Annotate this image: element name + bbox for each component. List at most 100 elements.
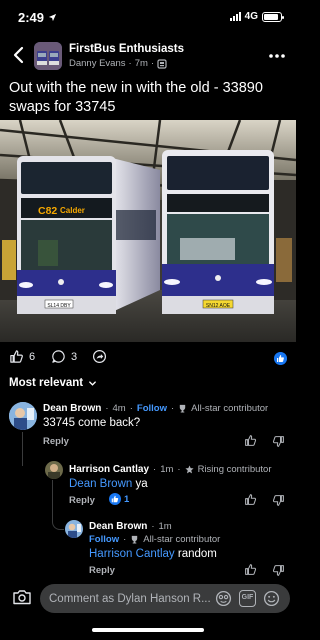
like-count: 6: [29, 350, 36, 363]
emoji-icon[interactable]: [263, 590, 280, 607]
location-arrow-icon: [48, 13, 56, 22]
reply-button[interactable]: Reply: [43, 436, 69, 447]
dislike-comment-icon[interactable]: [272, 494, 285, 507]
group-name[interactable]: FirstBus Enthusiasts: [69, 43, 184, 55]
all-star-badge-icon: [179, 404, 186, 413]
avatar-sticker-icon[interactable]: [215, 590, 232, 607]
comment-reply: Harrison Cantlay · 1m · Rising contribut…: [69, 464, 289, 490]
commenter-avatar[interactable]: [45, 461, 63, 479]
comment-time-sep: ·: [151, 521, 155, 532]
status-indicators: 4G: [229, 11, 284, 22]
comment-badge-sep: ·: [177, 464, 181, 475]
comment-header: Dean Brown · 1m: [89, 521, 289, 532]
contributor-badge: Rising contributor: [197, 464, 272, 475]
comment-author[interactable]: Dean Brown: [43, 403, 101, 414]
dislike-comment-icon[interactable]: [272, 435, 285, 448]
like-badge-icon: [109, 493, 121, 505]
comment-author[interactable]: Harrison Cantlay: [69, 464, 149, 475]
rising-star-badge-icon: [185, 465, 194, 474]
left-bus-plate: SL14 DBY: [47, 303, 71, 309]
network-label: 4G: [244, 11, 258, 22]
post-text: Out with the new in with the old - 33890…: [9, 80, 263, 115]
meta-separator: ·: [128, 58, 132, 69]
reply-button[interactable]: Reply: [89, 565, 115, 576]
follow-button[interactable]: Follow: [89, 534, 119, 545]
dislike-comment-icon[interactable]: [272, 564, 285, 577]
comment-text: Harrison Cantlay random: [89, 548, 289, 560]
avatar-image: [9, 402, 37, 430]
reply-button[interactable]: Reply: [69, 495, 95, 506]
reaction-count: 1: [124, 493, 130, 505]
left-bus: [17, 156, 160, 314]
mention-link[interactable]: Dean Brown: [69, 478, 132, 490]
group-avatar[interactable]: [34, 42, 62, 70]
camera-icon[interactable]: [12, 588, 32, 606]
comment: Dean Brown · 4m · Follow · All-star cont…: [43, 403, 293, 429]
gif-icon[interactable]: GIF: [239, 590, 256, 607]
status-bar: 2:49 4G: [0, 0, 296, 34]
signal-bars-icon: [229, 12, 241, 21]
battery-fill: [264, 13, 278, 20]
bus-depot-photo: C82 Calder SL14 DBY SN12 AOE: [0, 120, 296, 342]
reactions-bar: 6 3: [0, 349, 296, 369]
more-options-icon[interactable]: [268, 49, 286, 63]
meta-separator: ·: [150, 58, 155, 69]
share-icon: [92, 349, 107, 364]
share-action[interactable]: [92, 349, 107, 364]
comment-action[interactable]: 3: [51, 349, 77, 364]
comment-time: 4m: [112, 403, 126, 414]
comment-composer: GIF: [0, 578, 296, 618]
comment-text: Dean Brown ya: [69, 478, 289, 490]
comment-time: 1m: [160, 464, 174, 475]
all-star-badge-icon: [132, 535, 138, 544]
comment-filter-dropdown[interactable]: Most relevant: [9, 377, 97, 389]
thread-line: [52, 480, 64, 530]
commenter-avatar[interactable]: [65, 520, 83, 538]
avatar-image: [65, 520, 83, 538]
comment-time-sep: ·: [105, 403, 109, 414]
post-header: FirstBus Enthusiasts Danny Evans · 7m ·: [0, 38, 296, 74]
back-arrow-icon[interactable]: [8, 44, 30, 66]
comment-reply: Dean Brown · 1m Follow · All-star contri…: [89, 521, 289, 560]
group-privacy-icon: [157, 58, 167, 69]
comment-count: 3: [71, 350, 78, 363]
commenter-avatar[interactable]: [9, 402, 37, 430]
contributor-badge: All-star contributor: [143, 534, 221, 545]
post-time: 7m: [134, 58, 148, 69]
like-icon: [10, 350, 23, 363]
chevron-down-icon: [89, 380, 97, 386]
contributor-badge: All-star contributor: [191, 403, 269, 414]
mention-link[interactable]: Harrison Cantlay: [89, 548, 175, 560]
like-action[interactable]: 6: [9, 349, 35, 364]
group-avatar-image: [34, 42, 62, 70]
battery-icon: [262, 11, 284, 22]
comment-follow-sep: ·: [129, 403, 133, 414]
comment-subheader: Follow · All-star contributor: [89, 534, 289, 545]
like-comment-icon[interactable]: [244, 563, 257, 576]
comment-header: Harrison Cantlay · 1m · Rising contribut…: [69, 464, 289, 475]
comment-body: random: [177, 548, 217, 560]
like-badge-icon: [274, 352, 287, 365]
comment-time-sep: ·: [153, 464, 157, 475]
comment-header: Dean Brown · 4m · Follow · All-star cont…: [43, 403, 293, 414]
comment-time: 1m: [158, 521, 172, 532]
follow-button[interactable]: Follow: [137, 403, 167, 414]
thread-line: [22, 432, 23, 466]
comment-badge-sep: ·: [123, 534, 127, 545]
status-time: 2:49: [18, 10, 57, 25]
comment-filter-label: Most relevant: [9, 377, 84, 389]
avatar-image: [45, 461, 63, 479]
like-comment-icon[interactable]: [244, 493, 257, 506]
left-bus-destination: Calder: [60, 206, 85, 215]
comment-text: 33745 come back?: [43, 417, 141, 429]
post-photo[interactable]: C82 Calder SL14 DBY SN12 AOE: [0, 120, 296, 342]
comment-body: ya: [135, 478, 148, 490]
post-author[interactable]: Danny Evans: [69, 58, 126, 69]
right-bus-plate: SN12 AOE: [206, 303, 231, 309]
comment-reaction-count[interactable]: 1: [109, 493, 129, 505]
right-bus: [162, 150, 274, 314]
like-comment-icon[interactable]: [244, 434, 257, 447]
comment-icon: [52, 350, 65, 363]
post-meta: Danny Evans · 7m ·: [69, 58, 167, 69]
comment-author[interactable]: Dean Brown: [89, 521, 147, 532]
